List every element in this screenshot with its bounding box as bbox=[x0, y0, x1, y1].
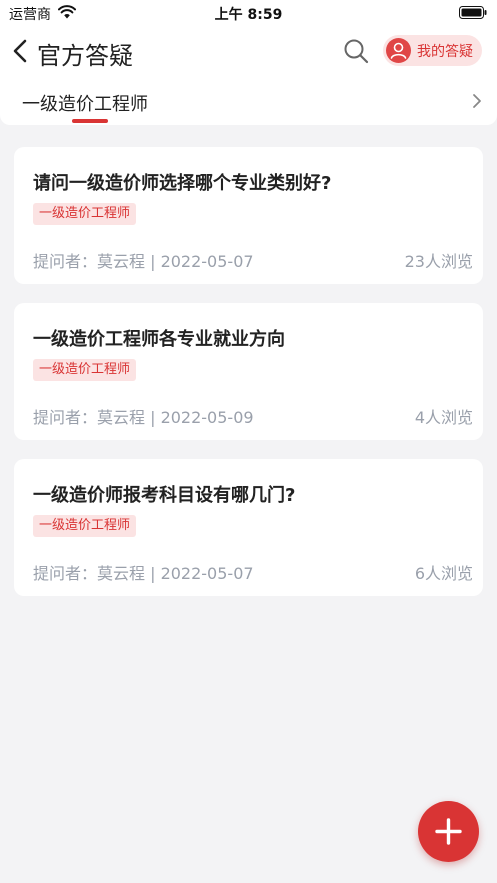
question-views: 23人浏览 bbox=[404, 252, 473, 271]
question-tag: 一级造价工程师 bbox=[33, 203, 137, 225]
question-card[interactable]: 一级造价工程师各专业就业方向 一级造价工程师 提问者：莫云程 | 2022-05… bbox=[14, 303, 483, 440]
back-icon[interactable] bbox=[10, 38, 30, 64]
status-bar: 运营商 上午 8:59 bbox=[0, 0, 497, 26]
my-qa-button[interactable]: 我的答疑 bbox=[383, 35, 482, 66]
question-meta: 提问者：莫云程 | 2022-05-07 bbox=[33, 252, 254, 271]
status-time: 上午 8:59 bbox=[214, 7, 283, 23]
page-title: 官方答疑 bbox=[37, 42, 133, 70]
category-tab-bar: 一级造价工程师 bbox=[0, 78, 497, 125]
plus-icon bbox=[435, 818, 462, 845]
question-title: 请问一级造价师选择哪个专业类别好? bbox=[33, 173, 332, 194]
search-icon[interactable] bbox=[343, 38, 369, 64]
question-tag: 一级造价工程师 bbox=[33, 515, 137, 537]
nav-bar: 官方答疑 我的答疑 bbox=[0, 26, 497, 78]
question-meta: 提问者：莫云程 | 2022-05-09 bbox=[33, 408, 254, 427]
question-tag: 一级造价工程师 bbox=[33, 359, 137, 381]
chevron-right-icon[interactable] bbox=[472, 93, 482, 109]
my-qa-label: 我的答疑 bbox=[417, 44, 473, 60]
question-card[interactable]: 请问一级造价师选择哪个专业类别好? 一级造价工程师 提问者：莫云程 | 2022… bbox=[14, 147, 483, 284]
tab-yiji-zaojia[interactable]: 一级造价工程师 bbox=[22, 90, 148, 116]
question-card[interactable]: 一级造价师报考科目设有哪几门? 一级造价工程师 提问者：莫云程 | 2022-0… bbox=[14, 459, 483, 596]
question-views: 6人浏览 bbox=[414, 564, 473, 583]
battery-icon bbox=[459, 6, 487, 19]
question-meta: 提问者：莫云程 | 2022-05-07 bbox=[33, 564, 254, 583]
question-title: 一级造价工程师各专业就业方向 bbox=[33, 329, 285, 350]
add-question-button[interactable] bbox=[418, 801, 479, 862]
question-title: 一级造价师报考科目设有哪几门? bbox=[33, 485, 296, 506]
my-qa-avatar bbox=[386, 38, 411, 63]
question-views: 4人浏览 bbox=[414, 408, 473, 427]
user-icon bbox=[390, 42, 407, 59]
tab-active-indicator bbox=[72, 119, 108, 123]
